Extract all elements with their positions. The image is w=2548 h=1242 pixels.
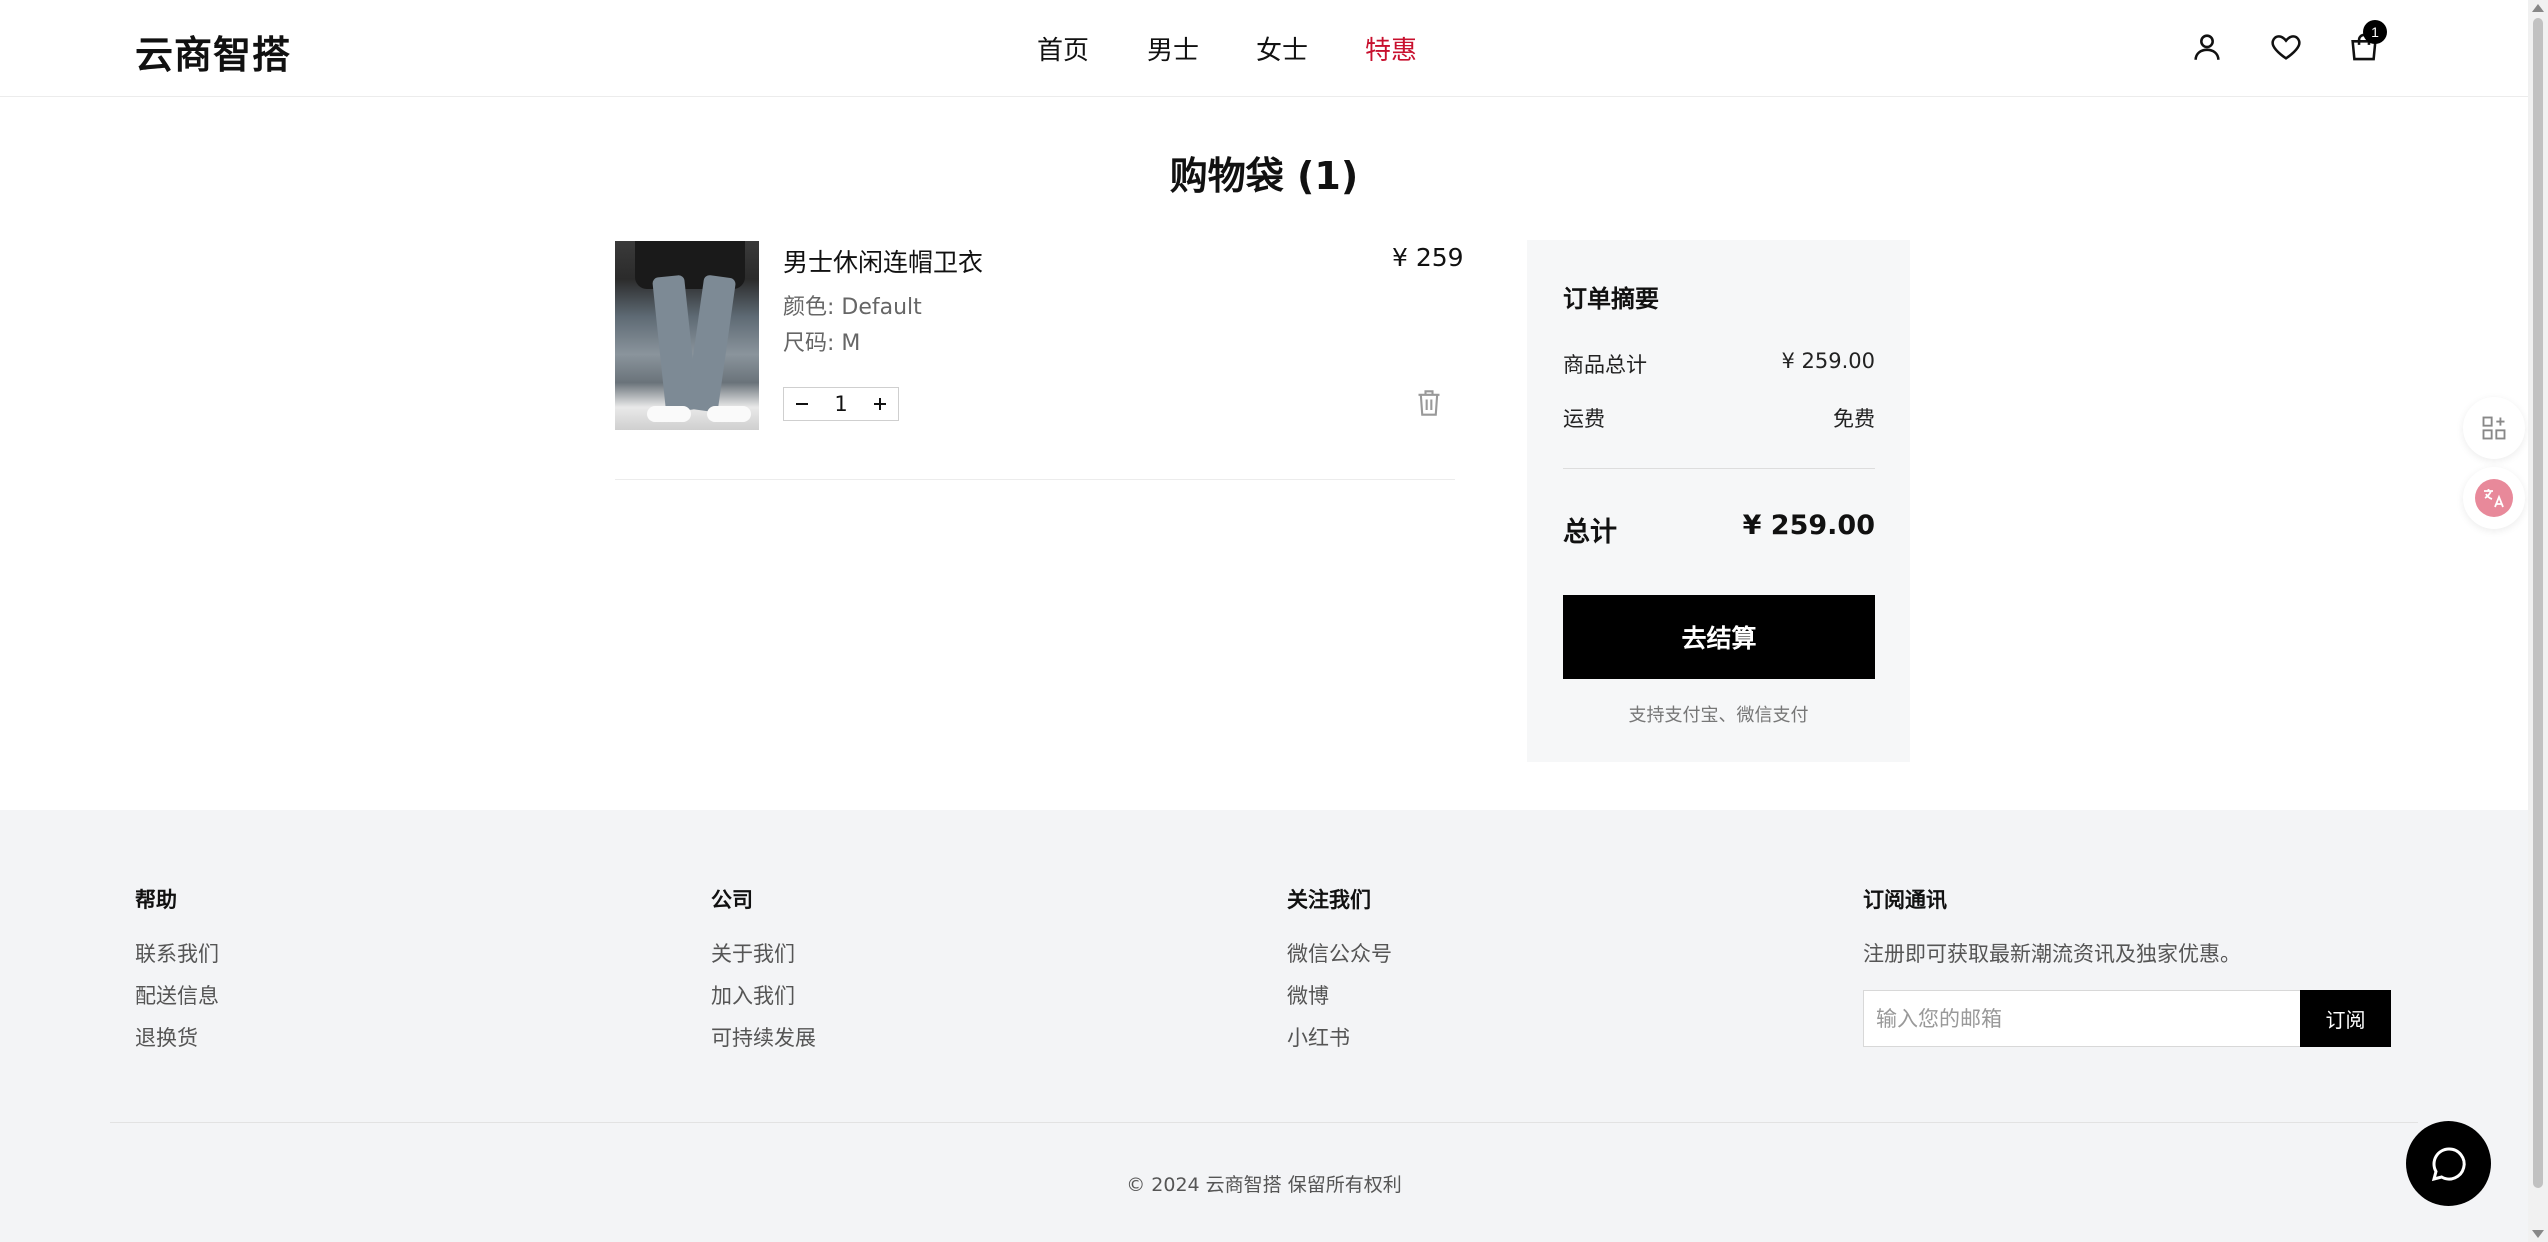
footer-link-careers[interactable]: 加入我们 [711,980,816,1022]
footer-company-column: 公司 关于我们 加入我们 可持续发展 [711,884,816,1064]
user-icon[interactable] [2190,30,2224,64]
copyright-text: © 2024 云商智搭 保留所有权利 [1126,1174,1402,1196]
footer-help-title: 帮助 [135,888,177,912]
subscribe-button[interactable]: 订阅 [2300,990,2391,1047]
scroll-thumb[interactable] [2533,18,2543,1188]
chat-bubble-icon [2431,1146,2466,1181]
footer-link-sustainability[interactable]: 可持续发展 [711,1022,816,1064]
product-size: 尺码: M [783,331,861,356]
footer-link-returns[interactable]: 退换货 [135,1022,219,1064]
qr-scan-widget[interactable] [2463,397,2525,459]
scroll-up-arrow[interactable] [2532,4,2544,12]
decrease-quantity-button[interactable] [784,388,820,420]
nav-item-home[interactable]: 首页 [1037,30,1089,67]
product-price: ¥ 259 [1392,243,1464,272]
cart-count-badge: 1 [2363,20,2387,44]
footer-link-wechat[interactable]: 微信公众号 [1287,938,1392,980]
product-color: 颜色: Default [783,295,922,320]
footer-follow-column: 关注我们 微信公众号 微博 小红书 [1287,884,1392,1064]
nav-item-men[interactable]: 男士 [1147,30,1199,67]
plus-icon [874,398,886,410]
minus-icon [796,403,808,405]
increase-quantity-button[interactable] [862,388,898,420]
quantity-stepper: 1 [783,387,899,421]
total-value: ¥ 259.00 [1742,510,1875,541]
site-header: 云商智搭 首页 男士 女士 特惠 1 [0,0,2528,97]
subtotal-value: ¥ 259.00 [1781,349,1875,373]
translate-widget[interactable] [2463,467,2525,529]
site-footer: 帮助 联系我们 配送信息 退换货 公司 关于我们 加入我们 可持续发展 关注我们… [0,810,2528,1242]
scroll-down-arrow[interactable] [2532,1230,2544,1238]
nav-item-women[interactable]: 女士 [1256,30,1308,67]
checkout-button[interactable]: 去结算 [1563,595,1875,679]
footer-link-contact[interactable]: 联系我们 [135,938,219,980]
order-summary: 订单摘要 商品总计 ¥ 259.00 运费 免费 总计 ¥ 259.00 去结算… [1527,240,1910,762]
summary-divider [1563,468,1875,469]
total-label: 总计 [1563,517,1617,548]
item-divider [615,479,1455,480]
footer-company-title: 公司 [711,888,753,912]
newsletter-title: 订阅通讯 [1863,888,1947,912]
newsletter-description: 注册即可获取最新潮流资讯及独家优惠。 [1863,942,2241,966]
payment-note: 支持支付宝、微信支付 [1628,705,1809,726]
quantity-value[interactable]: 1 [820,392,862,416]
subtotal-label: 商品总计 [1563,353,1647,377]
page-title: 购物袋 (1) [1169,154,1359,198]
translate-icon [2475,479,2513,517]
product-image[interactable] [615,241,759,430]
grid-plus-icon [2482,416,2506,440]
footer-link-about[interactable]: 关于我们 [711,938,816,980]
footer-divider [110,1122,2418,1123]
chat-button[interactable] [2406,1121,2491,1206]
footer-newsletter-column: 订阅通讯 注册即可获取最新潮流资讯及独家优惠。 订阅 [1863,884,2391,1047]
footer-help-column: 帮助 联系我们 配送信息 退换货 [135,884,219,1064]
footer-follow-title: 关注我们 [1287,888,1371,912]
newsletter-form: 订阅 [1863,990,2391,1047]
nav-item-sale[interactable]: 特惠 [1365,30,1417,67]
newsletter-email-input[interactable] [1863,990,2301,1047]
shipping-value: 免费 [1833,407,1875,431]
site-logo[interactable]: 云商智搭 [135,24,291,79]
summary-title: 订单摘要 [1563,285,1659,313]
trash-icon[interactable] [1415,387,1443,419]
page-scrollbar[interactable] [2528,0,2548,1242]
footer-link-shipping[interactable]: 配送信息 [135,980,219,1022]
product-name[interactable]: 男士休闲连帽卫衣 [783,243,983,279]
footer-link-weibo[interactable]: 微博 [1287,980,1392,1022]
footer-link-xiaohongshu[interactable]: 小红书 [1287,1022,1392,1064]
shipping-label: 运费 [1563,407,1605,431]
heart-icon[interactable] [2269,30,2303,64]
